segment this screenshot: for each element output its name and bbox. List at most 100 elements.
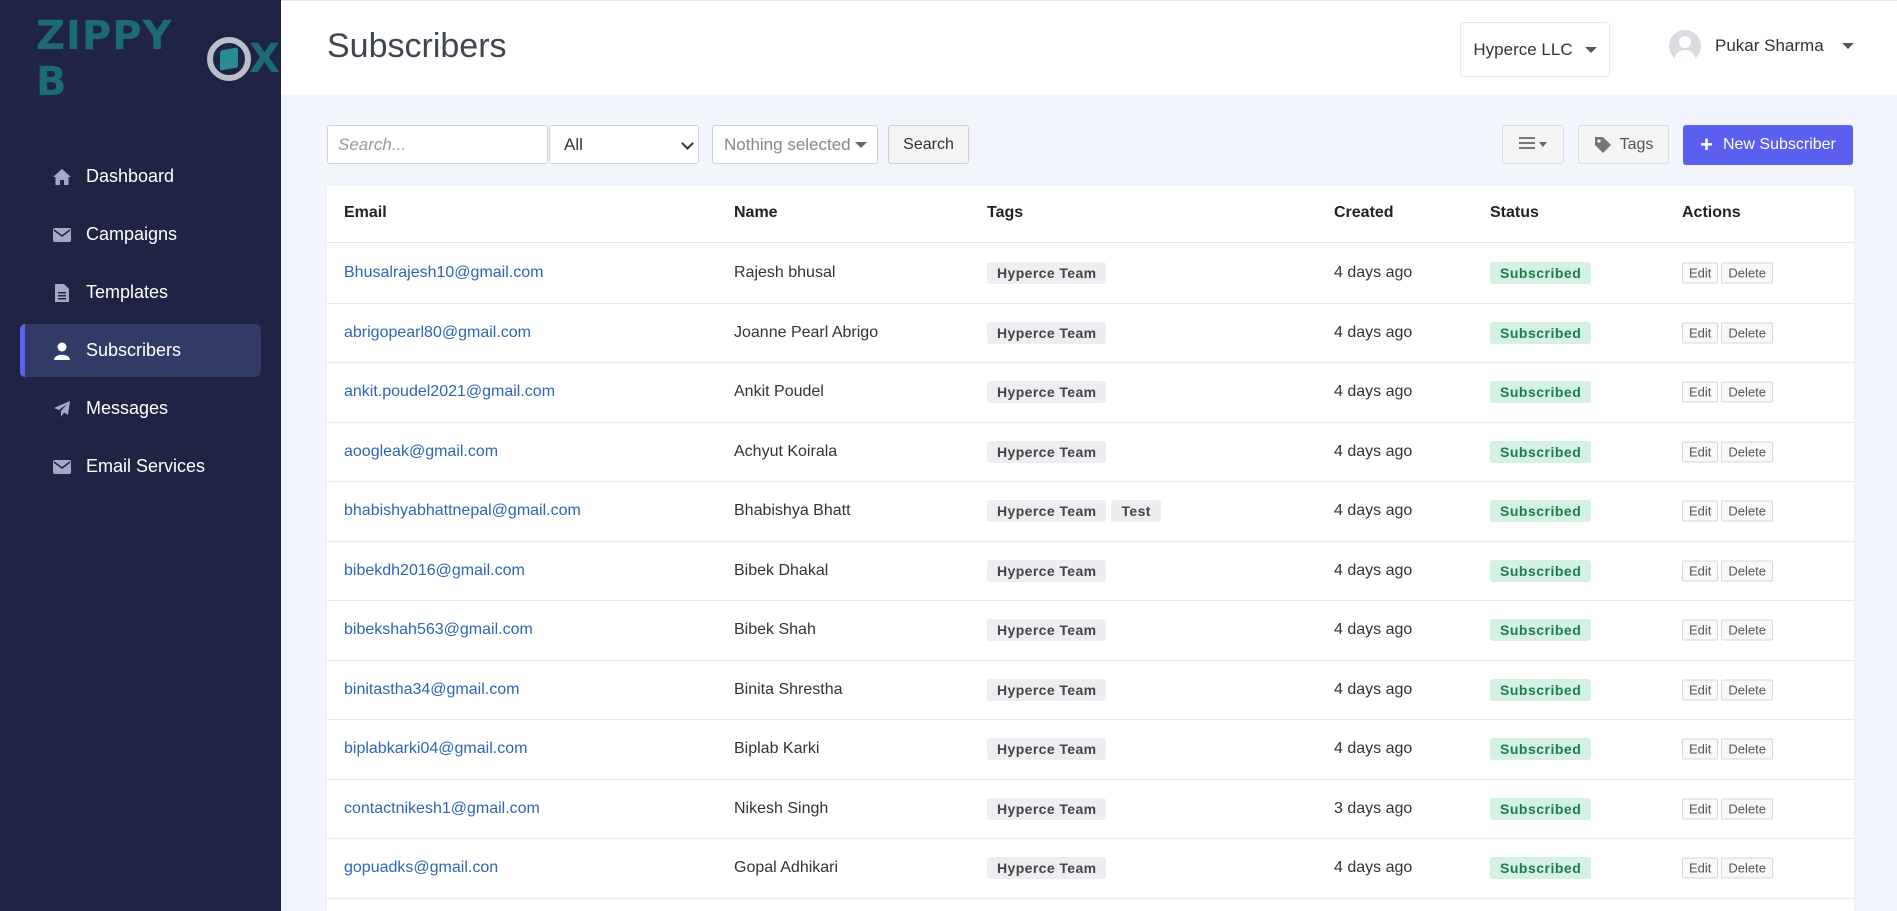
row-actions: Edit Delete	[1682, 381, 1776, 403]
column-header-name[interactable]: Name	[734, 204, 778, 222]
delete-button[interactable]: Delete	[1721, 500, 1773, 522]
edit-button[interactable]: Edit	[1682, 441, 1719, 463]
created-time: 4 days ago	[1334, 383, 1413, 401]
status-filter-value: All	[564, 134, 583, 154]
created-time: 4 days ago	[1334, 680, 1413, 698]
delete-button[interactable]: Delete	[1721, 262, 1773, 284]
sidebar-item-templates[interactable]: Templates	[20, 266, 261, 319]
edit-button[interactable]: Edit	[1682, 679, 1719, 701]
subscriber-email-link[interactable]: bhabishyabhattnepal@gmail.com	[344, 502, 581, 520]
tag-badge: Hyperce Team	[987, 262, 1107, 285]
subscriber-name: Bibek Dhakal	[734, 561, 829, 579]
created-time: 4 days ago	[1334, 502, 1413, 520]
sidebar-item-label: Messages	[86, 398, 169, 418]
column-header-status[interactable]: Status	[1490, 204, 1539, 222]
tag-icon	[1594, 136, 1611, 153]
delete-button[interactable]: Delete	[1721, 738, 1773, 760]
new-subscriber-button[interactable]: + New Subscriber	[1683, 125, 1853, 165]
table-row: contactnikesh1@gmail.com Nikesh Singh Hype…	[327, 780, 1854, 839]
table-row: bibekdh2016@gmail.com Bibek Dhakal Hyperce…	[327, 542, 1854, 601]
sidebar-item-campaigns[interactable]: Campaigns	[20, 208, 261, 261]
sidebar-item-subscribers[interactable]: Subscribers	[20, 324, 261, 377]
delete-button[interactable]: Delete	[1721, 322, 1773, 344]
subscriber-tags: Hyperce Team	[987, 262, 1111, 285]
search-input[interactable]	[327, 125, 548, 164]
delete-button[interactable]: Delete	[1721, 560, 1773, 582]
row-actions: Edit Delete	[1682, 679, 1776, 701]
status-badge: Subscribed	[1490, 440, 1592, 463]
edit-button[interactable]: Edit	[1682, 500, 1719, 522]
subscriber-email-link[interactable]: binitastha34@gmail.com	[344, 681, 519, 699]
delete-button[interactable]: Delete	[1721, 798, 1773, 820]
created-time: 4 days ago	[1334, 442, 1413, 460]
status-badge: Subscribed	[1490, 738, 1592, 761]
subscriber-email-link[interactable]: gopuadks@gmail.con	[344, 859, 498, 877]
subscriber-name: Biplab Karki	[734, 740, 820, 758]
status-cell: Subscribed	[1490, 738, 1592, 761]
logo[interactable]: ZIPPY B X	[36, 13, 281, 105]
row-actions: Edit Delete	[1682, 798, 1776, 820]
sidebar-item-email-services[interactable]: Email Services	[20, 440, 261, 493]
tag-badge: Hyperce Team	[987, 738, 1107, 761]
subscriber-email-link[interactable]: bibekdh2016@gmail.com	[344, 562, 525, 580]
delete-button[interactable]: Delete	[1721, 441, 1773, 463]
search-button[interactable]: Search	[888, 125, 969, 164]
edit-button[interactable]: Edit	[1682, 619, 1719, 641]
tag-badge: Hyperce Team	[987, 559, 1107, 582]
edit-button[interactable]: Edit	[1682, 857, 1719, 879]
tag-badge: Hyperce Team	[987, 321, 1107, 344]
subscriber-email-link[interactable]: abrigopearl80@gmail.com	[344, 324, 531, 342]
edit-button[interactable]: Edit	[1682, 322, 1719, 344]
columns-menu-button[interactable]	[1502, 125, 1564, 164]
tag-badge: Hyperce Team	[987, 381, 1107, 404]
column-header-email[interactable]: Email	[344, 204, 387, 222]
status-filter-select[interactable]: All	[549, 125, 699, 164]
subscriber-tags: Hyperce Team	[987, 381, 1111, 404]
subscribers-table: Email Name Tags Created Status Actions B…	[327, 186, 1854, 911]
subscriber-email-link[interactable]: bibekshah563@gmail.com	[344, 621, 533, 639]
subscriber-email-link[interactable]: aoogleak@gmail.com	[344, 443, 498, 461]
row-actions: Edit Delete	[1682, 500, 1776, 522]
status-cell: Subscribed	[1490, 619, 1592, 642]
delete-button[interactable]: Delete	[1721, 381, 1773, 403]
delete-button[interactable]: Delete	[1721, 619, 1773, 641]
company-dropdown[interactable]: Hyperce LLC	[1460, 22, 1610, 77]
chevron-down-icon	[681, 137, 694, 150]
edit-button[interactable]: Edit	[1682, 381, 1719, 403]
edit-button[interactable]: Edit	[1682, 262, 1719, 284]
caret-down-icon	[1584, 46, 1597, 53]
tag-badge: Hyperce Team	[987, 500, 1107, 523]
sidebar-item-dashboard[interactable]: Dashboard	[20, 150, 261, 203]
delete-button[interactable]: Delete	[1721, 679, 1773, 701]
user-menu[interactable]: Pukar Sharma	[1669, 30, 1854, 62]
created-time: 4 days ago	[1334, 264, 1413, 282]
subscriber-email-link[interactable]: contactnikesh1@gmail.com	[344, 800, 540, 818]
status-cell: Subscribed	[1490, 678, 1592, 701]
table-row: abrigopearl80@gmail.com Joanne Pearl Abri…	[327, 304, 1854, 363]
status-cell: Subscribed	[1490, 500, 1592, 523]
subscriber-email-link[interactable]: ankit.poudel2021@gmail.com	[344, 383, 555, 401]
tag-badge: Hyperce Team	[987, 797, 1107, 820]
delete-button[interactable]: Delete	[1721, 857, 1773, 879]
subscriber-tags: Hyperce Team	[987, 440, 1111, 463]
tags-filter-select[interactable]: Nothing selected	[712, 125, 878, 164]
paper-plane-icon	[52, 399, 72, 419]
sidebar-nav: Dashboard Campaigns Templates Subscribers Me…	[20, 150, 261, 498]
tags-button[interactable]: Tags	[1578, 125, 1669, 164]
sidebar-item-messages[interactable]: Messages	[20, 382, 261, 435]
subscriber-tags: Hyperce Team	[987, 797, 1111, 820]
created-time: 4 days ago	[1334, 561, 1413, 579]
plus-icon: +	[1700, 132, 1713, 157]
subscriber-tags: Hyperce Team	[987, 678, 1111, 701]
edit-button[interactable]: Edit	[1682, 798, 1719, 820]
edit-button[interactable]: Edit	[1682, 560, 1719, 582]
avatar	[1669, 30, 1701, 62]
edit-button[interactable]: Edit	[1682, 738, 1719, 760]
top-header: Subscribers Hyperce LLC Pukar Sharma	[281, 0, 1897, 95]
column-header-created[interactable]: Created	[1334, 204, 1394, 222]
subscriber-name: Ankit Poudel	[734, 383, 824, 401]
subscriber-email-link[interactable]: Bhusalrajesh10@gmail.com	[344, 264, 543, 282]
subscriber-email-link[interactable]: biplabkarki04@gmail.com	[344, 740, 527, 758]
table-row: biplabkarki04@gmail.com Biplab Karki Hyper…	[327, 720, 1854, 780]
subscriber-name: Joanne Pearl Abrigo	[734, 323, 879, 341]
